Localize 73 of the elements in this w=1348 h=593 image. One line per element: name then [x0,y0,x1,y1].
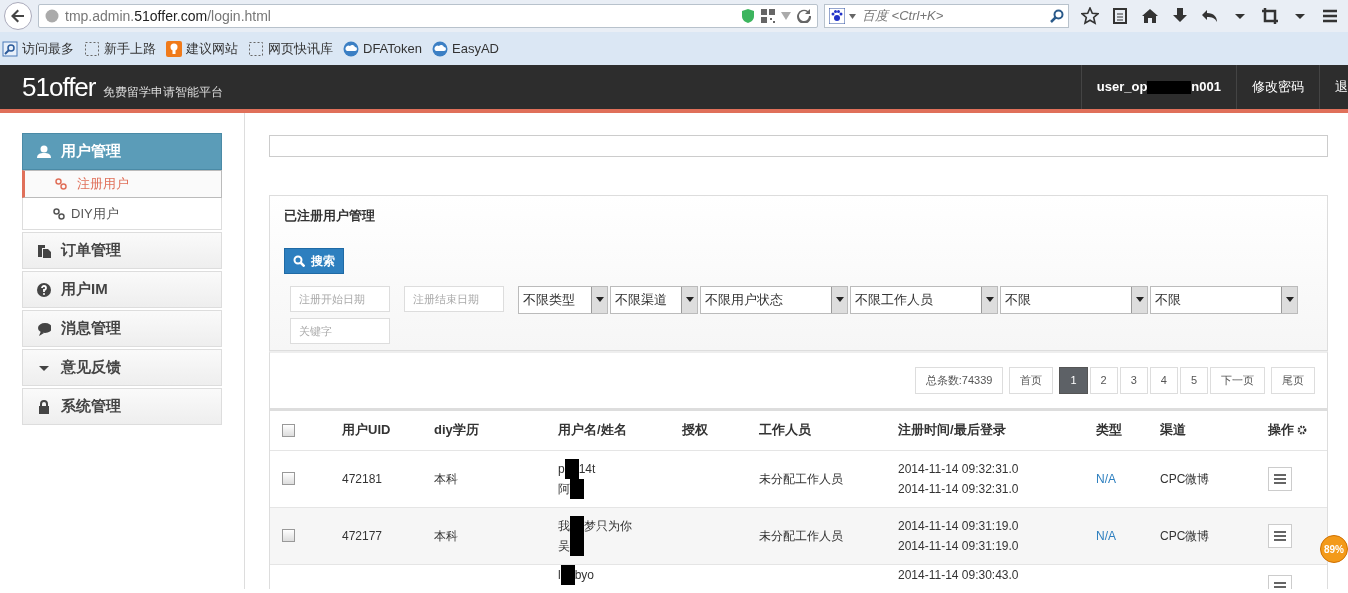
dropdown[interactable]: 不限工作人员 [850,285,998,314]
column-header: 操作 [1268,421,1294,440]
page-button[interactable]: 3 [1119,366,1148,394]
page-button[interactable]: 5 [1179,366,1208,394]
table-cell-text: 472181 [342,470,384,488]
sidebar-group[interactable]: 消息管理 [22,310,222,347]
search-field[interactable]: 百度 <Ctrl+K> [824,4,1069,28]
table-cell-text: byo [574,566,595,584]
bookmark-link[interactable]: DFAToken [363,38,422,59]
dropdown[interactable]: 不限渠道 [610,285,698,314]
search-button[interactable]: 搜索 [284,247,344,274]
bookmark-link[interactable]: 建议网站 [186,38,238,59]
total-count: 总条数:74339 [914,366,1004,394]
column-header: 用户UID [342,421,392,440]
dropdown[interactable]: 不限 [1150,285,1298,314]
sidebar-item[interactable]: DIY用户 [22,198,222,230]
column-header: 注册时间/最后登录 [898,421,1007,440]
table-cell-text: 14t [578,460,596,478]
logo: 51offer [22,70,96,104]
table-cell-text: CPC微博 [1160,527,1211,545]
table-cell-text: 2014-11-14 09:31:19.0 [898,517,1020,535]
tagline: 免费留学申请智能平台 [103,84,224,101]
dropdown[interactable]: 不限 [1000,285,1148,314]
bookmark-link[interactable]: 网页快讯库 [268,38,333,59]
address-bar[interactable]: tmp.admin.51offer.com/login.html [38,4,818,28]
header-link[interactable]: 修改密码 [1252,77,1304,97]
column-header: 工作人员 [759,421,812,440]
table-cell-text: 2014-11-14 09:32:31.0 [898,480,1020,498]
keyword-field[interactable]: 关键字 [290,317,390,344]
column-header: 授权 [682,421,709,440]
dropdown[interactable]: 不限类型 [518,285,608,314]
column-header: 用户名/姓名 [558,421,628,440]
user-name: user_op n001 [1096,78,1221,97]
sidebar-group[interactable]: 订单管理 [22,232,222,269]
panel-title: 已注册用户管理 [284,207,376,225]
dropdown[interactable]: 不限用户状态 [700,285,848,314]
column-header: diy学历 [434,421,480,440]
bookmark-link[interactable]: 新手上路 [104,38,156,59]
percentage-badge: 89% [1320,535,1348,563]
type-link[interactable]: N/A [1096,525,1160,546]
table-cell-text: 梦只为你 [584,517,632,535]
table-cell-text: 2014-11-14 09:31:19.0 [898,537,1020,555]
type-link[interactable]: N/A [1096,468,1160,489]
table-cell-text: 本科 [434,470,459,488]
table-cell-text: 2014-11-14 09:32:31.0 [898,460,1020,478]
table-cell-text: CPC微博 [1160,470,1211,488]
table-cell-text: 阿 [558,480,570,498]
table-cell-text: 我 [558,517,570,535]
table-cell-text: 吴 [558,537,570,555]
page-button[interactable]: 1 [1059,366,1088,394]
table-cell-text: 2014-11-14 09:30:43.0 [898,566,1020,584]
table-cell-text: 本科 [434,527,459,545]
table-cell-text: l [558,566,561,584]
column-header: 渠道 [1160,421,1187,440]
table-cell-text: 未分配工作人员 [759,527,844,545]
page-button[interactable]: 4 [1149,366,1178,394]
table-cell-text: p [558,460,565,478]
header-link[interactable]: 退 [1335,77,1348,97]
url-text: tmp.admin.51offer.com/login.html [65,6,272,26]
table-cell-text: 未分配工作人员 [759,470,844,488]
date-field[interactable]: 注册开始日期 [290,285,390,312]
bookmark-link[interactable]: 访问最多 [22,38,74,59]
sidebar-group[interactable]: 意见反馈 [22,349,222,386]
bookmark-link[interactable]: EasyAD [452,38,499,59]
page-button[interactable]: 2 [1089,366,1118,394]
column-header: 类型 [1096,421,1123,440]
sidebar-group[interactable]: 用户IM [22,271,222,308]
table-cell-text: 472177 [342,527,384,545]
page-button[interactable]: 尾页 [1271,366,1315,394]
sidebar-group[interactable]: 系统管理 [22,388,222,425]
date-field[interactable]: 注册结束日期 [404,285,504,312]
page-button[interactable]: 首页 [1009,366,1054,394]
page-button[interactable]: 下一页 [1210,366,1265,394]
